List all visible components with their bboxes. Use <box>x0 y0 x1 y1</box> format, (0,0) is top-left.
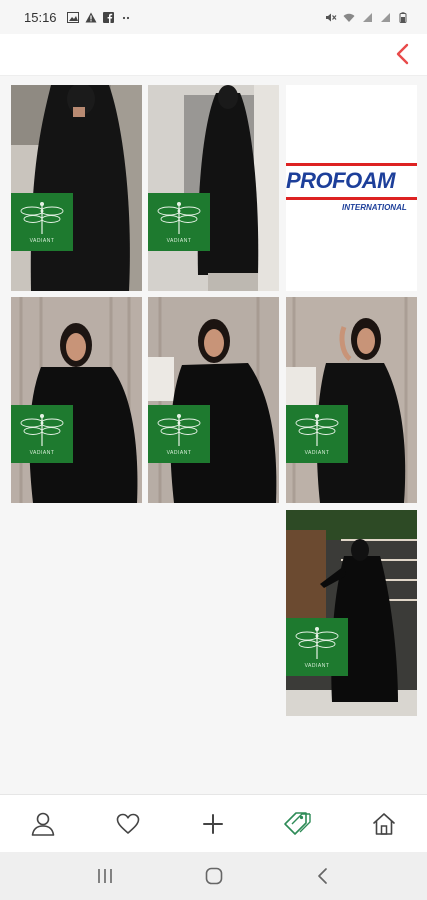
brand-label: VADIANT <box>304 450 330 456</box>
more-dots-icon <box>122 16 129 19</box>
status-time: 15:16 <box>24 9 57 25</box>
bottom-navigation <box>0 794 427 852</box>
brand-badge: VADIANT <box>148 405 210 463</box>
nav-home[interactable] <box>364 804 404 844</box>
status-bar: 15:16 <box>0 0 427 34</box>
system-navigation <box>0 852 427 900</box>
app-header <box>0 34 427 76</box>
product-photo <box>286 297 417 503</box>
chevron-left-icon <box>396 43 409 65</box>
nav-add[interactable] <box>193 804 233 844</box>
product-photo <box>148 297 279 503</box>
home-icon <box>373 812 396 835</box>
brand-label: VADIANT <box>304 663 330 669</box>
nav-favorites[interactable] <box>108 804 148 844</box>
product-tile[interactable]: VADIANT <box>11 85 142 291</box>
product-tile[interactable]: VADIANT <box>148 297 279 503</box>
brand-label: VADIANT <box>166 238 192 244</box>
product-photo <box>11 85 142 291</box>
brand-logo-tile[interactable]: PROFOAM INTERNATIONAL <box>286 85 417 291</box>
product-tile[interactable]: VADIANT <box>11 297 142 503</box>
heart-icon <box>116 813 140 834</box>
recents-icon <box>97 869 112 883</box>
back-icon <box>317 868 327 884</box>
brand-badge: VADIANT <box>286 405 348 463</box>
dragonfly-logo-icon <box>157 414 201 446</box>
product-photo <box>11 297 142 503</box>
brand-label: VADIANT <box>29 450 55 456</box>
home-circle-icon <box>205 867 222 885</box>
brand-badge: VADIANT <box>11 405 73 463</box>
product-photo <box>148 85 279 291</box>
tags-icon <box>284 811 311 835</box>
warning-icon <box>85 12 97 22</box>
image-icon <box>66 11 79 23</box>
system-back-button[interactable] <box>303 856 343 896</box>
dragonfly-logo-icon <box>20 414 64 446</box>
facebook-icon <box>102 11 114 23</box>
dragonfly-logo-icon <box>295 414 339 446</box>
nav-offers[interactable] <box>279 804 319 844</box>
mute-icon <box>326 13 337 21</box>
nav-profile[interactable] <box>23 804 63 844</box>
dragonfly-logo-icon <box>157 202 201 234</box>
logo-text: PROFOAM <box>286 168 395 193</box>
battery-icon <box>399 11 407 23</box>
brand-badge: VADIANT <box>286 618 348 676</box>
dragonfly-logo-icon <box>20 202 64 234</box>
plus-icon <box>203 813 224 834</box>
brand-badge: VADIANT <box>11 193 73 251</box>
brand-label: VADIANT <box>29 238 55 244</box>
product-tile[interactable]: VADIANT <box>286 510 417 716</box>
signal-icon <box>363 12 372 22</box>
home-button[interactable] <box>194 856 234 896</box>
wifi-icon <box>343 13 355 22</box>
product-photo <box>286 510 417 716</box>
recents-button[interactable] <box>85 856 125 896</box>
dragonfly-logo-icon <box>295 627 339 659</box>
logo-subtext: INTERNATIONAL <box>342 203 407 212</box>
brand-label: VADIANT <box>166 450 192 456</box>
profile-icon <box>31 812 54 836</box>
brand-badge: VADIANT <box>148 193 210 251</box>
product-grid: VADIANT VADIANT PROFOAM INTERNATIONAL VA… <box>0 76 427 794</box>
back-button[interactable] <box>389 40 417 68</box>
product-tile[interactable]: VADIANT <box>286 297 417 503</box>
screen: 15:16 VADIANT VADIANT PROFOAM INTERNATIO… <box>0 0 427 900</box>
product-tile[interactable]: VADIANT <box>148 85 279 291</box>
signal-icon <box>381 12 390 22</box>
